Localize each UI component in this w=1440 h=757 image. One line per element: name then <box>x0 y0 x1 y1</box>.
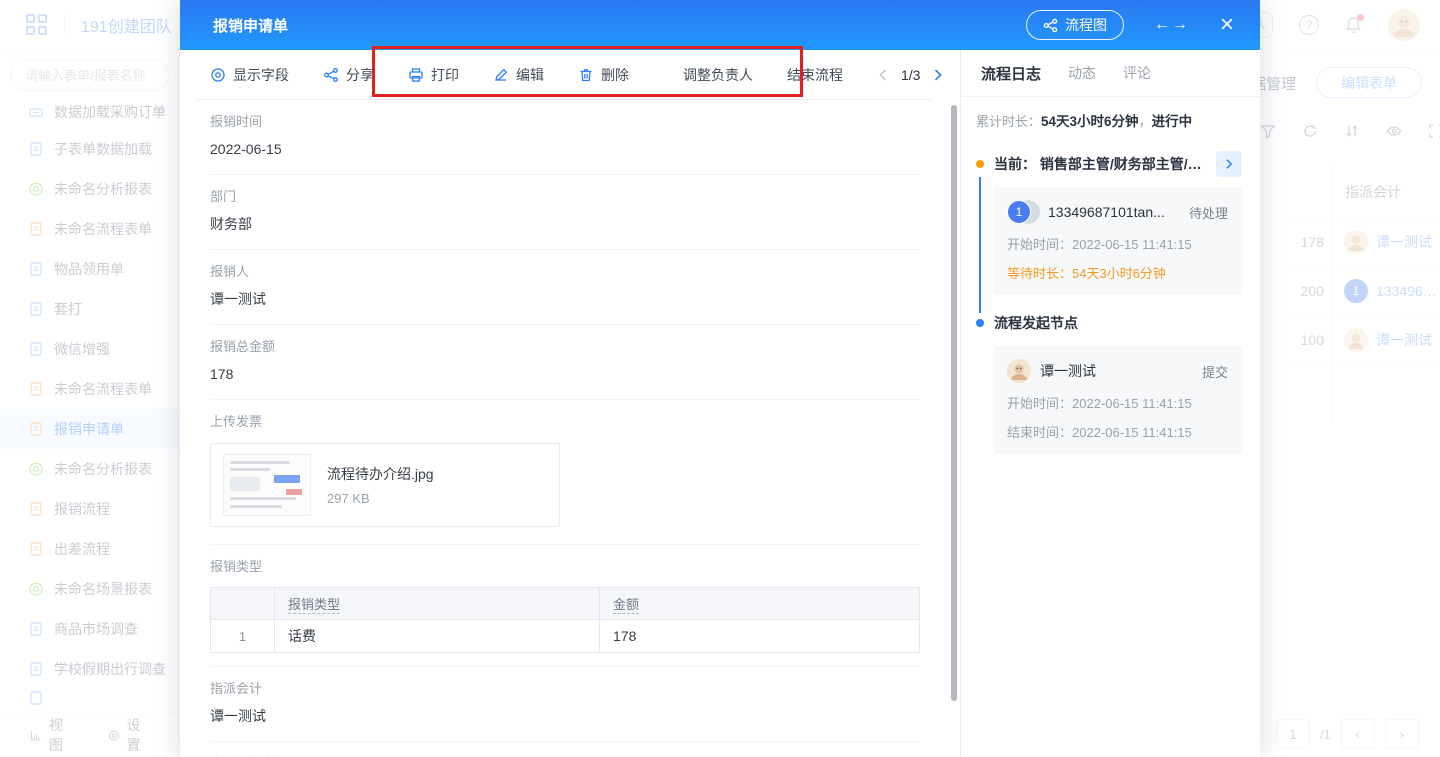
prev-record-icon[interactable] <box>877 68 889 82</box>
start-node-row: 流程发起节点 <box>976 313 1242 333</box>
modal-header: 报销申请单 流程图 ←→ × <box>180 0 1260 50</box>
modal-title: 报销申请单 <box>213 15 288 36</box>
trash-icon <box>578 67 594 83</box>
subtable-row: 1 话费 178 <box>211 620 920 653</box>
task-status: 待处理 <box>1189 203 1228 222</box>
submit-status: 提交 <box>1202 362 1228 381</box>
display-fields-button[interactable]: 显示字段 <box>210 65 289 85</box>
record-detail-main: 显示字段 分享 打印 编辑 删除 <box>180 50 960 757</box>
attachment-thumbnail <box>223 454 311 516</box>
submitter-avatar <box>1007 359 1031 383</box>
submitter-name: 谭一测试 <box>1040 361 1193 381</box>
timeline-segment: 1 13349687101tan... 待处理 开始时间：2022-06-15 … <box>979 177 1242 313</box>
field-row: 报销人 谭一测试 <box>210 250 920 325</box>
flow-timeline: 当前： 销售部主管/财务部主管/人... 1 <box>976 151 1242 454</box>
total-duration: 累计时长：54天3小时6分钟，进行中 <box>976 113 1242 131</box>
pencil-icon <box>493 67 509 83</box>
print-button[interactable]: 打印 <box>408 65 459 85</box>
record-toolbar: 显示字段 分享 打印 编辑 删除 <box>180 50 960 100</box>
expand-width-icon[interactable]: ←→ <box>1154 16 1190 34</box>
tab-comments[interactable]: 评论 <box>1123 63 1151 83</box>
flowchart-icon <box>1043 18 1058 33</box>
subtable-type-header: 报销类型 <box>275 588 600 620</box>
record-fields: 报销时间 2022-06-15 部门 财务部 报销人 谭一测试 报销总金额 17… <box>180 100 960 757</box>
wait-duration: 等待时长：54天3小时6分钟 <box>1007 263 1228 282</box>
field-row: 部门 财务部 <box>210 175 920 250</box>
current-node-row: 当前： 销售部主管/财务部主管/人... <box>976 151 1242 177</box>
adjust-owner-button[interactable]: 调整负责人 <box>683 65 753 85</box>
flowchart-button[interactable]: 流程图 <box>1026 10 1124 40</box>
assignee-name: 13349687101tan... <box>1048 204 1180 220</box>
end-time: 结束时间：2022-06-15 11:41:15 <box>1007 422 1228 441</box>
field-row-subtable: 报销类型 报销类型 金额 1 话费 178 <box>210 545 920 667</box>
share-button[interactable]: 分享 <box>323 65 374 85</box>
flow-log-panel: 流程日志 动态 评论 累计时长：54天3小时6分钟，进行中 当前： 销售部主管/… <box>960 50 1260 757</box>
assignee-avatar-stack: 1 <box>1007 200 1039 224</box>
subtable-amount-header: 金额 <box>600 588 920 620</box>
start-node-card: 谭一测试 提交 开始时间：2022-06-15 11:41:15 结束时间：20… <box>993 346 1242 454</box>
field-row-attachment: 上传发票 流程待办介绍.jpg 297 KB <box>210 400 920 545</box>
end-flow-button[interactable]: 结束流程 <box>787 65 843 85</box>
next-record-icon[interactable] <box>932 68 944 82</box>
record-page-indicator: 1/3 <box>901 67 920 83</box>
close-icon[interactable]: × <box>1220 13 1234 37</box>
current-task-card: 1 13349687101tan... 待处理 开始时间：2022-06-15 … <box>993 187 1242 295</box>
expense-type-table: 报销类型 金额 1 话费 178 <box>210 587 920 653</box>
attachment-card[interactable]: 流程待办介绍.jpg 297 KB <box>210 443 560 527</box>
start-time: 开始时间：2022-06-15 11:41:15 <box>1007 234 1228 253</box>
scrollbar-thumb[interactable] <box>951 105 957 701</box>
display-fields-icon <box>210 67 226 83</box>
subtable-index-header <box>211 588 275 620</box>
current-node-bullet <box>976 160 984 168</box>
field-row: 报销时间 2022-06-15 <box>210 100 920 175</box>
field-row: 指派会计 谭一测试 <box>210 667 920 742</box>
start-time: 开始时间：2022-06-15 11:41:15 <box>1007 393 1228 412</box>
expand-node-button[interactable] <box>1216 151 1242 177</box>
printer-icon <box>408 67 424 83</box>
record-pagination: 1/3 <box>877 67 944 83</box>
delete-button[interactable]: 删除 <box>578 65 629 85</box>
edit-button[interactable]: 编辑 <box>493 65 544 85</box>
chevron-right-icon <box>1224 158 1234 170</box>
tab-activity[interactable]: 动态 <box>1068 63 1096 83</box>
field-row: 实际报销金额 178 <box>210 742 920 757</box>
record-detail-modal: 报销申请单 流程图 ←→ × 显示字段 分享 <box>180 0 1260 757</box>
attachment-filesize: 297 KB <box>327 491 434 506</box>
tab-flow-log[interactable]: 流程日志 <box>981 63 1041 84</box>
panel-tabs: 流程日志 动态 评论 <box>961 50 1260 97</box>
share-icon <box>323 67 339 83</box>
start-node-bullet <box>976 319 984 327</box>
field-row: 报销总金额 178 <box>210 325 920 400</box>
attachment-filename: 流程待办介绍.jpg <box>327 464 434 484</box>
